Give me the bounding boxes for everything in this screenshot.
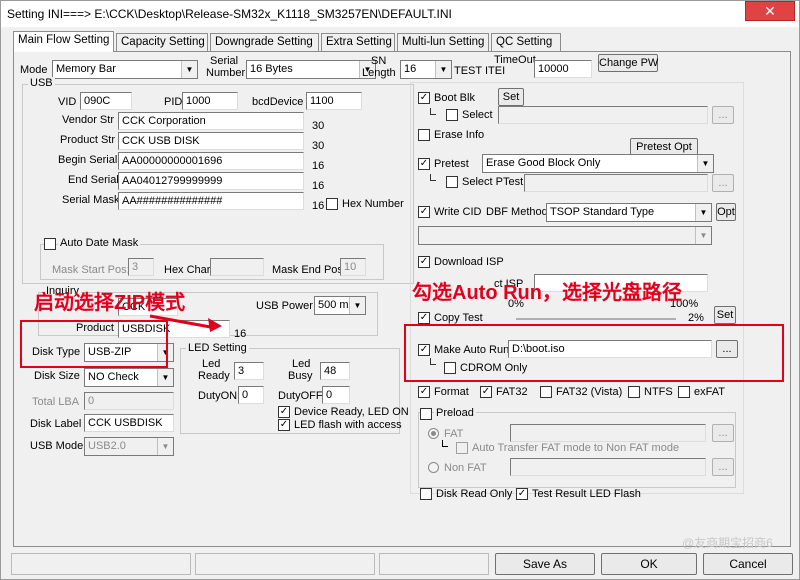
annotation-arrow xyxy=(149,314,222,332)
tab-main-flow-setting[interactable]: Main Flow Setting xyxy=(13,31,114,52)
arrow-head xyxy=(208,318,222,332)
arrow-line xyxy=(149,314,217,330)
watermark: @友商期宝招商6 xyxy=(682,536,773,550)
